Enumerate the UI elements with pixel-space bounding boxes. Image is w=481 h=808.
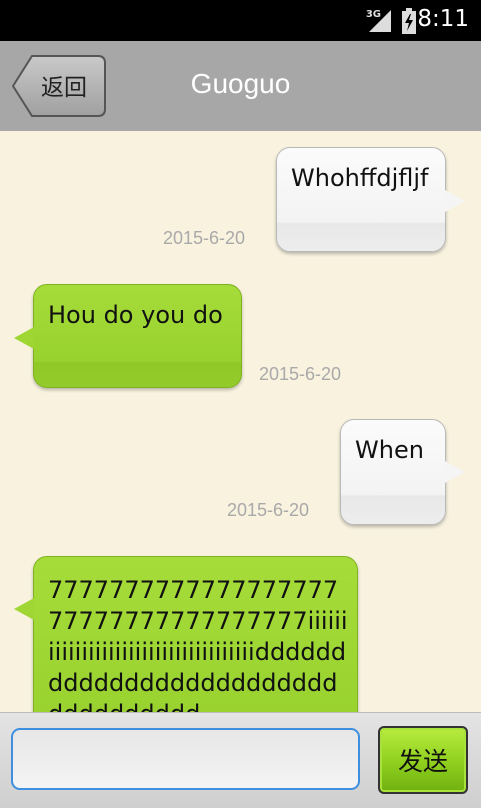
message-list[interactable]: Whohffdjfljf 2015-6-20 Hou do you do 201…: [0, 131, 481, 712]
title-bar: 返回 Guoguo: [0, 41, 481, 131]
status-bar: 3G 8:11: [0, 0, 481, 41]
send-button[interactable]: 发送: [378, 726, 468, 794]
message-item: 777777777777777777777777777777777777iiii…: [0, 131, 481, 712]
message-bubble[interactable]: 777777777777777777777777777777777777iiii…: [33, 556, 358, 712]
message-text: 777777777777777777777777777777777777iiii…: [48, 576, 348, 712]
bubble-tail: [14, 598, 34, 620]
signal-icon: [369, 10, 391, 32]
battery-icon: [402, 8, 416, 34]
clock: 8:11: [417, 6, 469, 32]
compose-bar: 发送: [0, 712, 481, 808]
page-title: Guoguo: [190, 68, 291, 99]
message-input[interactable]: [11, 728, 360, 790]
